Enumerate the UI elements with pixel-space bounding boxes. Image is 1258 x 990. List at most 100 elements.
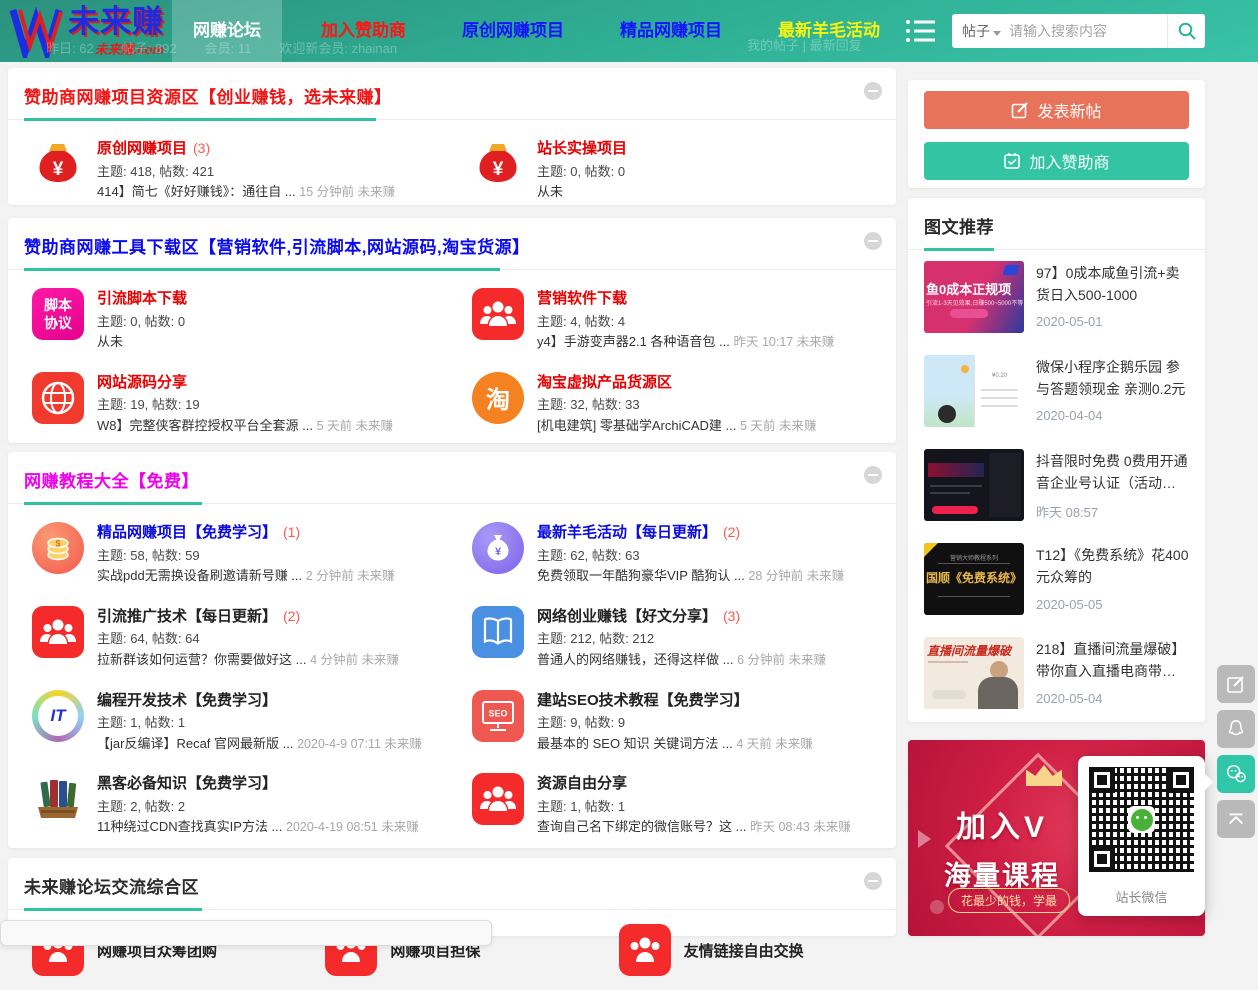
nav-original-projects[interactable]: 原创网赚项目 bbox=[441, 0, 585, 62]
post-thumbnail: 营销大师教程系列 国顺《免费系统》 bbox=[924, 543, 1024, 615]
collapse-icon[interactable] bbox=[864, 466, 882, 484]
last-post-link[interactable]: 拉新群该如何运营？你需要做好这 ... bbox=[97, 652, 306, 667]
post-title[interactable]: 微保小程序企鹅乐园 参与答题领现金 亲测0.2元 bbox=[1036, 357, 1189, 400]
post-thumbnail: 鱼0成本正规项 引流1-3天见效果,日赚500~5000不等 bbox=[924, 261, 1024, 333]
forum-link[interactable]: 资源自由分享 bbox=[537, 773, 627, 796]
last-post-meta: 28 分钟前 未来赚 bbox=[748, 569, 844, 583]
it-icon: IT bbox=[32, 690, 84, 742]
list-item[interactable]: 鱼0成本正规项 引流1-3天见效果,日赚500~5000不等 97】0成本咸鱼引… bbox=[908, 250, 1205, 344]
moneybag-icon: ¥ bbox=[472, 138, 524, 190]
site-header: 未来赚 未来赚.com 网赚论坛 加入赞助商 原创网赚项目 精品网赚项目 最新羊… bbox=[0, 0, 1258, 62]
forum-link[interactable]: 站长实操项目 bbox=[537, 138, 627, 161]
forum-link[interactable]: 网站源码分享 bbox=[97, 372, 187, 395]
search-category-select[interactable]: 帖子 bbox=[952, 21, 1009, 41]
sidebar-recommendations: 图文推荐 鱼0成本正规项 引流1-3天见效果,日赚500~5000不等 97】0… bbox=[908, 198, 1205, 722]
forum-item: 网站源码分享 主题: 19, 帖数: 19 W8】完整侠客群控授权平台全套源 .… bbox=[12, 362, 452, 446]
forum-item: $ 精品网赚项目【免费学习】(1) 主题: 58, 帖数: 59 实战pdd无需… bbox=[12, 512, 452, 596]
last-post-link[interactable]: 查询自己名下绑定的微信账号？这 ... bbox=[537, 819, 746, 834]
section-title: 未来赚论坛交流综合区 bbox=[24, 878, 199, 897]
forum-link[interactable]: 引流推广技术【每日更新】 bbox=[97, 606, 277, 629]
last-post-link[interactable]: [机电建筑] 零基础学ArchiCAD建 ... bbox=[537, 418, 736, 433]
last-post-meta: 5 天前 未来赚 bbox=[317, 419, 393, 433]
my-posts-links[interactable]: 我的帖子 | 最新回复 bbox=[747, 35, 862, 54]
forum-item: 营销软件下载 主题: 4, 帖数: 4 y4】手游变声器2.1 各种语音包 ..… bbox=[452, 278, 892, 362]
collapse-icon[interactable] bbox=[864, 82, 882, 100]
last-post-link[interactable]: 【jar反编译】Recaf 官网最新版 ... bbox=[97, 736, 293, 751]
post-date: 2020-04-04 bbox=[1036, 408, 1189, 423]
last-post-link[interactable]: y4】手游变声器2.1 各种语音包 ... bbox=[537, 334, 730, 349]
qq-icon bbox=[1225, 718, 1247, 740]
taobao-icon: 淘 bbox=[472, 372, 524, 424]
forum-stats: 主题: 32, 帖数: 33 bbox=[537, 395, 816, 415]
last-post-never: 从未 bbox=[537, 184, 563, 199]
post-title[interactable]: 97】0成本咸鱼引流+卖货日入500-1000 bbox=[1036, 263, 1189, 306]
open-book-icon bbox=[472, 606, 524, 658]
forum-link[interactable]: 引流脚本下载 bbox=[97, 288, 187, 311]
forum-stats: 主题: 1, 帖数: 1 bbox=[97, 713, 422, 733]
back-to-top-button[interactable] bbox=[1217, 800, 1255, 838]
section-sponsor-tools: 赞助商网赚工具下载区【营销软件,引流脚本,网站源码,淘宝货源】 脚本协议 引流脚… bbox=[8, 218, 896, 443]
join-sponsor-button[interactable]: 加入赞助商 bbox=[924, 142, 1189, 180]
search-input[interactable] bbox=[1009, 23, 1167, 39]
new-post-button[interactable]: 发表新帖 bbox=[924, 91, 1189, 129]
last-post-link[interactable]: 实战pdd无需换设备刷邀请新号赚 ... bbox=[97, 568, 302, 583]
quick-post-button[interactable] bbox=[1217, 665, 1255, 703]
forum-link[interactable]: 黑客必备知识【免费学习】 bbox=[97, 773, 277, 796]
svg-text:¥: ¥ bbox=[493, 159, 504, 180]
list-item[interactable]: 直播间流量爆破 218】直播间流量爆破】带你直入直播电商带货核心... 2020… bbox=[908, 626, 1205, 720]
forum-link[interactable]: 建站SEO技术教程【免费学习】 bbox=[537, 690, 749, 713]
search-button[interactable] bbox=[1167, 14, 1205, 48]
section-title: 赞助商网赚项目资源区【创业赚钱，选未来赚】 bbox=[24, 88, 392, 107]
stat-yesterday: 昨日: 62 bbox=[46, 38, 94, 57]
last-post-link[interactable]: 普通人的网络赚钱，还得这样做 ... bbox=[537, 652, 733, 667]
post-title[interactable]: 218】直播间流量爆破】带你直入直播电商带货核心... bbox=[1036, 639, 1189, 682]
forum-link[interactable]: 营销软件下载 bbox=[537, 288, 627, 311]
forum-link[interactable]: 编程开发技术【免费学习】 bbox=[97, 690, 277, 713]
coins-icon: $ bbox=[32, 522, 84, 574]
last-post-meta: 昨天 08:43 未来赚 bbox=[750, 820, 851, 834]
last-post-link[interactable]: W8】完整侠客群控授权平台全套源 ... bbox=[97, 418, 313, 433]
forum-item: 黑客必备知识【免费学习】 主题: 2, 帖数: 2 11种绕过CDN查找真实IP… bbox=[12, 763, 452, 847]
forum-link[interactable]: 最新羊毛活动【每日更新】 bbox=[537, 522, 717, 545]
forum-stats: 主题: 62, 帖数: 63 bbox=[537, 546, 844, 566]
list-item[interactable]: ¥0.20 微保小程序企鹅乐园 参与答题领现金 亲测0.2元 2020-04-0… bbox=[908, 344, 1205, 438]
section-title: 网赚教程大全【免费】 bbox=[24, 472, 199, 491]
forum-stats: 主题: 0, 帖数: 0 bbox=[97, 312, 187, 332]
wechat-icon bbox=[1128, 806, 1155, 833]
list-item[interactable]: 抖音限时免费 0费用开通音企业号认证（活动截止... 昨天 08:57 bbox=[908, 438, 1205, 532]
forum-item: 网络创业赚钱【好文分享】(3) 主题: 212, 帖数: 212 普通人的网络赚… bbox=[452, 596, 892, 680]
wechat-icon bbox=[1224, 762, 1248, 786]
list-item[interactable]: 营销大师教程系列 国顺《免费系统》 T12】《免费系统》花400元众筹的 202… bbox=[908, 532, 1205, 626]
people-group-icon bbox=[619, 924, 671, 976]
new-post-count: (3) bbox=[723, 608, 740, 624]
forum-stats: 主题: 58, 帖数: 59 bbox=[97, 546, 395, 566]
chevron-down-icon bbox=[993, 31, 1001, 36]
forum-link[interactable]: 网络创业赚钱【好文分享】 bbox=[537, 606, 717, 629]
post-title[interactable]: T12】《免费系统》花400元众筹的 bbox=[1036, 545, 1189, 588]
calendar-check-icon bbox=[1003, 152, 1021, 170]
collapse-icon[interactable] bbox=[864, 872, 882, 890]
last-post-link[interactable]: 11种绕过CDN查找真实IP方法 ... bbox=[97, 819, 282, 834]
svg-text:$: $ bbox=[55, 539, 60, 549]
last-post-link[interactable]: 414】简七《好好赚钱》：通往自 ... bbox=[97, 184, 296, 199]
last-post-never: 从未 bbox=[97, 334, 123, 349]
collapse-icon[interactable] bbox=[864, 232, 882, 250]
forum-item: 资源自由分享 主题: 1, 帖数: 1 查询自己名下绑定的微信账号？这 ... … bbox=[452, 763, 892, 847]
last-post-link[interactable]: 最基本的 SEO 知识 关键词方法 ... bbox=[537, 736, 733, 751]
section-free-tutorials: 网赚教程大全【免费】 $ 精品网赚项目【免费学习】(1) 主题: 58, 帖数:… bbox=[8, 452, 896, 848]
forum-link[interactable]: 原创网赚项目 bbox=[97, 138, 187, 161]
forum-stats: 主题: 19, 帖数: 19 bbox=[97, 395, 393, 415]
menu-list-icon[interactable] bbox=[905, 18, 937, 44]
forum-item: IT 编程开发技术【免费学习】 主题: 1, 帖数: 1 【jar反编译】Rec… bbox=[12, 680, 452, 764]
last-post-link[interactable]: 免费领取一年酷狗豪华VIP 酷狗认 ... bbox=[537, 568, 745, 583]
qq-contact-button[interactable] bbox=[1217, 710, 1255, 748]
forum-stats: 主题: 64, 帖数: 64 bbox=[97, 629, 399, 649]
forum-link[interactable]: 友情链接自由交换 bbox=[684, 940, 804, 961]
post-date: 2020-05-05 bbox=[1036, 597, 1189, 612]
post-title[interactable]: 抖音限时免费 0费用开通音企业号认证（活动截止... bbox=[1036, 451, 1189, 494]
wechat-contact-button[interactable] bbox=[1217, 755, 1255, 793]
section-title: 赞助商网赚工具下载区【营销软件,引流脚本,网站源码,淘宝货源】 bbox=[24, 238, 530, 257]
nav-premium-projects[interactable]: 精品网赚项目 bbox=[599, 0, 743, 62]
forum-link[interactable]: 淘宝虚拟产品货源区 bbox=[537, 372, 672, 395]
forum-link[interactable]: 精品网赚项目【免费学习】 bbox=[97, 522, 277, 545]
